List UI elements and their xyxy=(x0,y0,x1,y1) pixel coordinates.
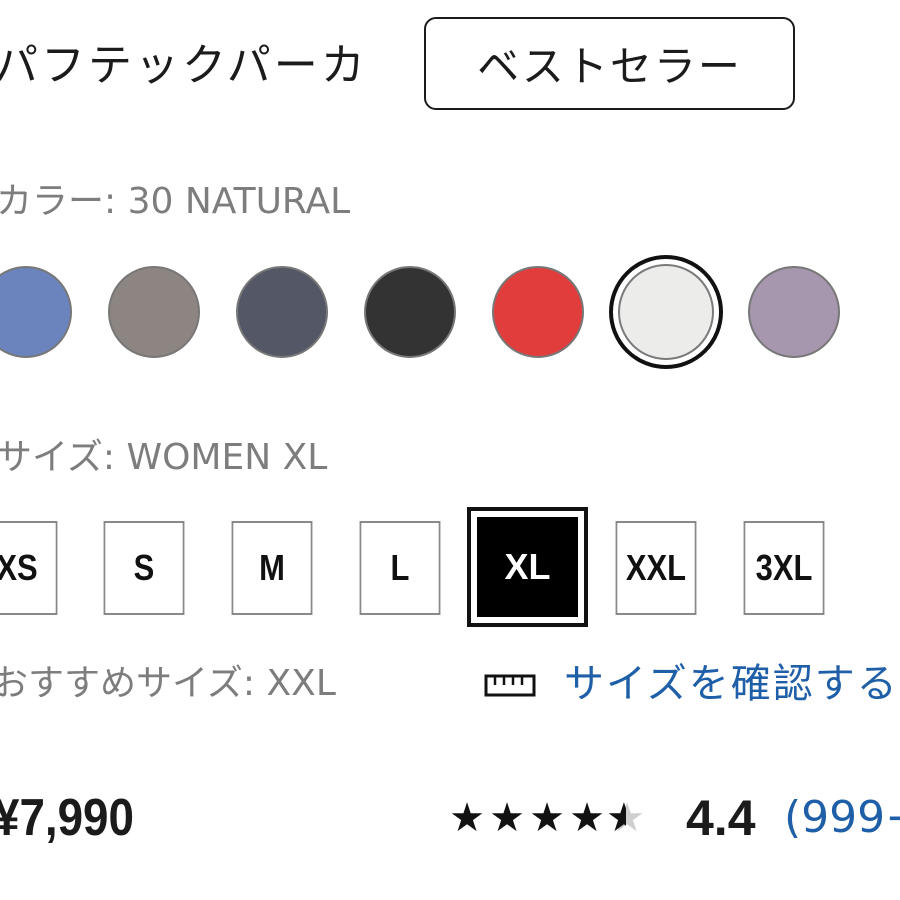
recommended-size-label: おすすめサイズ: XXL xyxy=(0,663,336,704)
star-icon: ★ xyxy=(569,795,605,841)
size-option-xl: XL xyxy=(477,517,578,617)
price: ¥7,990 xyxy=(0,789,134,847)
review-count-link[interactable]: (999+ xyxy=(784,786,900,850)
size-option-xl-selected[interactable]: XL xyxy=(467,507,588,627)
size-option-xxl[interactable]: XXL xyxy=(615,521,697,615)
color-swatch-navy-gray[interactable] xyxy=(236,266,328,358)
color-swatch-gray[interactable] xyxy=(108,266,200,358)
half-star-icon: ★ ★ xyxy=(606,795,645,841)
color-swatch-lavender[interactable] xyxy=(748,266,840,358)
size-option-l[interactable]: L xyxy=(359,521,441,615)
size-option-3xl[interactable]: 3XL xyxy=(743,521,825,615)
size-label: サイズ: WOMEN XL xyxy=(0,437,328,478)
bestseller-badge: ベストセラー xyxy=(424,17,795,110)
color-swatch-natural xyxy=(618,264,714,360)
color-swatch-black[interactable] xyxy=(364,266,456,358)
color-label: カラー: 30 NATURAL xyxy=(0,181,351,222)
color-swatch-red[interactable] xyxy=(492,266,584,358)
size-option-xs[interactable]: XS xyxy=(0,521,58,615)
ruler-icon[interactable] xyxy=(484,673,536,699)
product-title: パフテックパーカ xyxy=(0,40,368,91)
color-swatch-natural-selected[interactable] xyxy=(609,255,723,369)
color-swatch-blue[interactable] xyxy=(0,266,72,358)
star-icon: ★ xyxy=(529,795,565,841)
size-option-s[interactable]: S xyxy=(103,521,185,615)
rating-value: 4.4 xyxy=(686,790,756,846)
size-option-m[interactable]: M xyxy=(231,521,313,615)
star-icon: ★ xyxy=(489,795,525,841)
size-check-link[interactable]: サイズを確認する xyxy=(564,660,899,708)
star-icon: ★ xyxy=(449,795,485,841)
rating-stars: ★ ★ ★ ★ ★ ★ xyxy=(446,798,646,838)
